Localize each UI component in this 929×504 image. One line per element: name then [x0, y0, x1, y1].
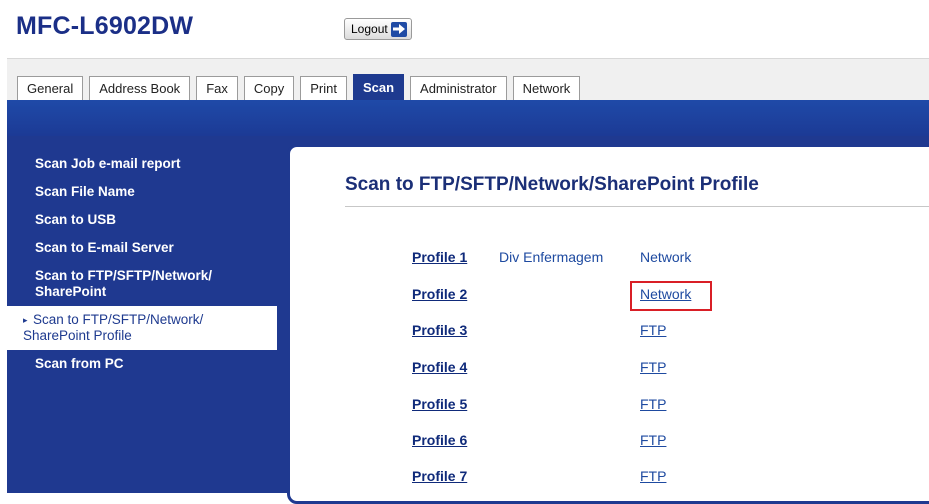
- sidebar-item-scan-job-email-report[interactable]: Scan Job e-mail report: [7, 150, 277, 178]
- sidebar-item-scan-from-pc[interactable]: Scan from PC: [7, 350, 277, 378]
- sidebar-item-scan-to-email-server[interactable]: Scan to E-mail Server: [7, 234, 277, 262]
- sidebar-item-label: Scan to FTP/SFTP/Network/ SharePoint Pro…: [23, 312, 204, 343]
- profile-type-link[interactable]: FTP: [640, 359, 666, 375]
- tab-general[interactable]: General: [17, 76, 84, 100]
- profile-link[interactable]: Profile 4: [412, 359, 467, 375]
- sidebar-item-label: Scan Job e-mail report: [35, 156, 181, 171]
- sidebar-item-label: Scan to E-mail Server: [35, 240, 174, 255]
- tab-scan[interactable]: Scan: [352, 74, 405, 100]
- profile-type-link[interactable]: FTP: [640, 468, 666, 484]
- band-header: [7, 100, 929, 136]
- sidebar-item-scan-to-ftp[interactable]: Scan to FTP/SFTP/Network/ SharePoint: [7, 262, 277, 306]
- tab-administrator[interactable]: Administrator: [410, 76, 507, 100]
- sidebar-item-label: Scan from PC: [35, 356, 124, 371]
- sidebar: Scan Job e-mail report Scan File Name Sc…: [7, 150, 277, 378]
- tab-print[interactable]: Print: [300, 76, 347, 100]
- tab-bar: General Address Book Fax Copy Print Scan…: [7, 58, 929, 101]
- header: MFC-L6902DW Logout: [0, 0, 929, 58]
- logout-button[interactable]: Logout: [344, 18, 412, 40]
- tab-copy[interactable]: Copy: [243, 76, 295, 100]
- profile-link[interactable]: Profile 7: [412, 468, 467, 484]
- tab-network[interactable]: Network: [512, 76, 581, 100]
- highlight-box: [630, 281, 712, 311]
- profile-type-link[interactable]: FTP: [640, 432, 666, 448]
- tab-fax[interactable]: Fax: [196, 76, 238, 100]
- profile-link[interactable]: Profile 3: [412, 322, 467, 338]
- profile-type-link[interactable]: Network: [640, 249, 691, 265]
- tab-address-book[interactable]: Address Book: [89, 76, 191, 100]
- triangle-right-icon: ▸: [23, 315, 28, 325]
- logout-label: Logout: [351, 22, 388, 36]
- profile-link[interactable]: Profile 5: [412, 396, 467, 412]
- profile-link[interactable]: Profile 6: [412, 432, 467, 448]
- sidebar-item-label: Scan File Name: [35, 184, 135, 199]
- sidebar-item-scan-to-ftp-profile[interactable]: ▸ Scan to FTP/SFTP/Network/ SharePoint Pr…: [7, 306, 277, 350]
- sidebar-item-scan-file-name[interactable]: Scan File Name: [7, 178, 277, 206]
- profile-name: Div Enfermagem: [499, 249, 604, 265]
- model-name: MFC-L6902DW: [16, 12, 194, 40]
- sidebar-item-label: Scan to USB: [35, 212, 117, 227]
- page-title: Scan to FTP/SFTP/Network/SharePoint Prof…: [345, 174, 759, 195]
- sidebar-item-label: Scan to FTP/SFTP/Network/ SharePoint: [35, 268, 213, 299]
- title-divider: [345, 206, 929, 207]
- profile-type-link[interactable]: FTP: [640, 322, 666, 338]
- profile-link[interactable]: Profile 2: [412, 286, 467, 302]
- arrow-right-icon: [390, 21, 407, 37]
- sidebar-item-scan-to-usb[interactable]: Scan to USB: [7, 206, 277, 234]
- content-panel: [287, 144, 929, 504]
- profile-type-link[interactable]: FTP: [640, 396, 666, 412]
- profile-link[interactable]: Profile 1: [412, 249, 467, 265]
